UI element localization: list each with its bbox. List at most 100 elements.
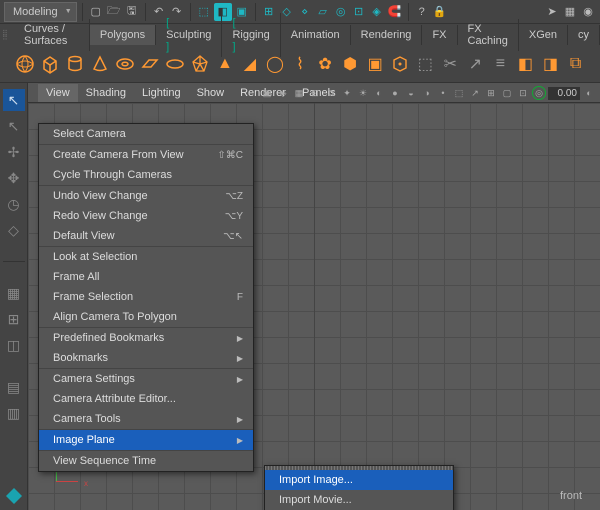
menu-item[interactable]: View Sequence Time	[39, 451, 253, 471]
menu-item[interactable]: Undo View Change⌥Z	[39, 186, 253, 206]
poly-svg-icon[interactable]: ⬚	[415, 52, 436, 76]
layout-single-icon[interactable]: ▦	[3, 282, 25, 304]
shelf-tab-xgen[interactable]: XGen	[519, 25, 568, 45]
viewport[interactable]: front y x Select CameraCreate Camera Fro…	[28, 103, 600, 510]
poly-soccer-icon[interactable]: ⬢	[340, 52, 361, 76]
target-weld-icon[interactable]: ↗	[465, 52, 486, 76]
new-scene-icon[interactable]: ▢	[88, 4, 104, 20]
live-surface-icon[interactable]: ◈	[369, 4, 385, 20]
shading-icon[interactable]: ☀	[356, 86, 370, 100]
menu-item[interactable]: Align Camera To Polygon	[39, 307, 253, 327]
outliner-icon[interactable]: ▤	[3, 376, 25, 398]
shelf-tab-fxcaching[interactable]: FX Caching	[458, 19, 519, 51]
poly-prism-icon[interactable]: ◢	[239, 52, 260, 76]
graph-icon[interactable]: ▥	[3, 402, 25, 424]
exposure-icon[interactable]: ◎	[532, 86, 546, 100]
poly-cone-icon[interactable]	[89, 52, 110, 76]
multi-cut-icon[interactable]: ✂	[440, 52, 461, 76]
shelf-handle-icon[interactable]: ⠿⠿	[2, 32, 12, 72]
gamma-icon[interactable]: ◐	[582, 86, 596, 100]
panel-menu-view[interactable]: View	[38, 84, 78, 102]
bevel-icon[interactable]: ◨	[540, 52, 561, 76]
shelf-tab-sculpting[interactable]: [ Sculpting ]	[156, 13, 222, 57]
poly-superellipse-icon[interactable]: ▣	[365, 52, 386, 76]
menu-item[interactable]: Create Camera From View⇧⌘C	[39, 145, 253, 165]
poly-gear-icon[interactable]: ✿	[315, 52, 336, 76]
menu-item[interactable]: Camera Attribute Editor...	[39, 389, 253, 409]
poly-platonic-icon[interactable]	[189, 52, 210, 76]
shelf-tab-cy[interactable]: cy	[568, 25, 600, 45]
lights-icon[interactable]: ◑	[420, 86, 434, 100]
select-tool-icon[interactable]: ↖	[3, 89, 25, 111]
panel-menu-shading[interactable]: Shading	[78, 84, 134, 102]
poly-sphere-icon[interactable]	[14, 52, 35, 76]
isolate-icon[interactable]: ⬚	[452, 86, 466, 100]
snap-point-icon[interactable]: ⋄	[297, 4, 313, 20]
exposure-value[interactable]: 0.00	[548, 87, 580, 100]
poly-pyramid-icon[interactable]: ▲	[214, 52, 235, 76]
move-tool-icon[interactable]: ✥	[3, 167, 25, 189]
shadows-icon[interactable]: •	[436, 86, 450, 100]
paint-select-icon[interactable]: ✢	[3, 141, 25, 163]
edit-edge-icon[interactable]: ≡	[490, 52, 511, 76]
image-plane-submenu[interactable]: Import Image...Import Movie...Image Plan…	[264, 465, 454, 510]
poly-disc-icon[interactable]	[164, 52, 185, 76]
menu-item[interactable]: Image Plane▶	[39, 430, 253, 450]
poly-plane-icon[interactable]	[139, 52, 160, 76]
image-plane-icon[interactable]: ▦	[292, 86, 306, 100]
shelf-tab-rendering[interactable]: Rendering	[351, 25, 423, 45]
menu-item[interactable]: Bookmarks▶	[39, 348, 253, 368]
bookmark-icon[interactable]: ◈	[276, 86, 290, 100]
view-menu[interactable]: Select CameraCreate Camera From View⇧⌘CC…	[38, 123, 254, 472]
poly-cylinder-icon[interactable]	[64, 52, 85, 76]
panel-menu-lighting[interactable]: Lighting	[134, 84, 189, 102]
poly-helix-icon[interactable]: ⌇	[290, 52, 311, 76]
shelf-tab-curves[interactable]: Curves / Surfaces	[14, 19, 90, 51]
resolution-icon[interactable]: ⧉	[324, 86, 338, 100]
wireframe-icon[interactable]: ◐	[372, 86, 386, 100]
grid-toggle-icon[interactable]: ⊞	[484, 86, 498, 100]
workspace-dropdown[interactable]: Modeling	[4, 2, 77, 22]
poly-type-icon[interactable]	[390, 52, 411, 76]
rotate-tool-icon[interactable]: ◷	[3, 193, 25, 215]
snap-curve-icon[interactable]: ◇	[279, 4, 295, 20]
menu-item[interactable]: Frame All	[39, 267, 253, 287]
cursor-icon[interactable]: ➤	[544, 4, 560, 20]
menu-item[interactable]: Predefined Bookmarks▶	[39, 328, 253, 348]
poly-cube-icon[interactable]	[39, 52, 60, 76]
menu-item[interactable]: Camera Tools▶	[39, 409, 253, 429]
lasso-tool-icon[interactable]: ↖	[3, 115, 25, 137]
snap-plane-icon[interactable]: ▱	[315, 4, 331, 20]
gate-mask-icon[interactable]: ✦	[340, 86, 354, 100]
magnet-icon[interactable]: 🧲	[387, 4, 403, 20]
camera-icon[interactable]: ▣	[260, 86, 274, 100]
poly-torus-icon[interactable]	[114, 52, 135, 76]
menu-item[interactable]: Default View⌥↖	[39, 226, 253, 246]
film-gate-icon[interactable]: ⊡	[308, 86, 322, 100]
safe-title-icon[interactable]: ⊡	[516, 86, 530, 100]
extrude-icon[interactable]: ◧	[515, 52, 536, 76]
menu-item[interactable]: Look at Selection	[39, 247, 253, 267]
menu-item[interactable]: Select Camera	[39, 124, 253, 144]
menu-item[interactable]: Cycle Through Cameras	[39, 165, 253, 185]
submenu-item[interactable]: Import Image...	[265, 470, 453, 490]
shelf-tab-fx[interactable]: FX	[422, 25, 457, 45]
open-scene-icon[interactable]: 🗁	[106, 4, 122, 20]
shelf-tab-polygons[interactable]: Polygons	[90, 25, 156, 45]
submenu-item[interactable]: Import Movie...	[265, 490, 453, 510]
panel-menu-show[interactable]: Show	[189, 84, 233, 102]
textured-icon[interactable]: ◒	[404, 86, 418, 100]
film-back-icon[interactable]: ▢	[500, 86, 514, 100]
render-icon[interactable]: ▦	[562, 4, 578, 20]
smooth-icon[interactable]: ●	[388, 86, 402, 100]
menu-item[interactable]: Redo View Change⌥Y	[39, 206, 253, 226]
ipr-icon[interactable]: ◉	[580, 4, 596, 20]
menu-item[interactable]: Frame SelectionF	[39, 287, 253, 307]
poly-pipe-icon[interactable]: ◯	[264, 52, 285, 76]
xray-icon[interactable]: ↗	[468, 86, 482, 100]
layout-four-icon[interactable]: ⊞	[3, 308, 25, 330]
help-icon[interactable]: ?	[414, 4, 430, 20]
save-scene-icon[interactable]: 🖫	[124, 4, 140, 20]
snap-center-icon[interactable]: ◎	[333, 4, 349, 20]
shelf-tab-rigging[interactable]: [ Rigging ]	[222, 13, 280, 57]
